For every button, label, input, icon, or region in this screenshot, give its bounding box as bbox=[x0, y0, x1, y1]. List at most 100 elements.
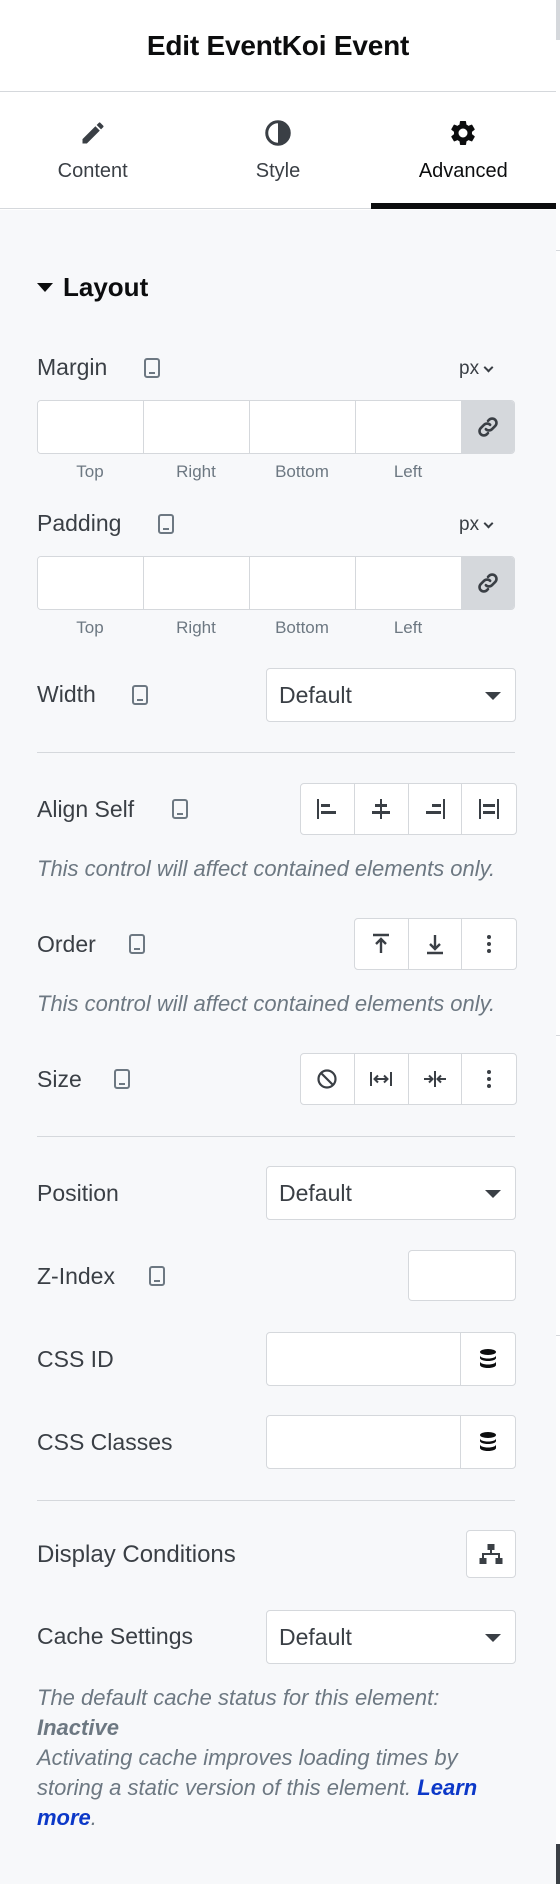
link-icon bbox=[478, 417, 498, 437]
display-conditions-button[interactable] bbox=[466, 1530, 516, 1578]
css-id-input[interactable] bbox=[267, 1333, 461, 1385]
size-none-button[interactable] bbox=[301, 1054, 355, 1104]
chevron-down-icon bbox=[483, 518, 494, 528]
padding-side-labels: Top Right Bottom Left bbox=[37, 618, 515, 638]
select-value: Default bbox=[279, 681, 352, 708]
side-label: Bottom bbox=[275, 618, 329, 637]
dynamic-tags-button[interactable] bbox=[461, 1333, 515, 1385]
tab-label: Content bbox=[57, 160, 128, 182]
select-value: Default bbox=[279, 1623, 352, 1650]
tab-advanced[interactable]: Advanced bbox=[370, 92, 557, 209]
gear-icon bbox=[448, 118, 478, 148]
unit-value: px bbox=[459, 358, 480, 379]
margin-top-input[interactable] bbox=[38, 401, 144, 453]
device-icon[interactable] bbox=[149, 1266, 165, 1286]
layout-section-toggle[interactable]: Layout bbox=[37, 272, 148, 303]
size-custom-button[interactable] bbox=[462, 1054, 516, 1104]
z-index-label: Z-Index bbox=[37, 1263, 115, 1289]
tab-label: Style bbox=[255, 160, 301, 182]
link-values-button[interactable] bbox=[462, 557, 514, 609]
database-icon bbox=[480, 1432, 496, 1451]
scrollbar-handle[interactable] bbox=[556, 1844, 560, 1884]
side-label: Right bbox=[176, 462, 216, 481]
align-end-icon bbox=[425, 799, 445, 819]
unit-value: px bbox=[459, 514, 480, 535]
order-first-button[interactable] bbox=[355, 919, 409, 969]
padding-unit-select[interactable]: px bbox=[459, 514, 494, 536]
cache-settings-select[interactable]: Default bbox=[266, 1610, 516, 1664]
arrow-to-top-icon bbox=[373, 933, 390, 953]
scrollbar-thumb[interactable] bbox=[556, 0, 560, 40]
align-start-button[interactable] bbox=[301, 784, 355, 834]
tab-label: Advanced bbox=[418, 160, 508, 182]
advanced-content: Layout Margin px Top Right Bottom Left P… bbox=[0, 210, 556, 1884]
divider bbox=[37, 1500, 515, 1501]
caret-down-icon bbox=[485, 1634, 501, 1642]
side-label: Left bbox=[393, 462, 423, 481]
order-note: This control will affect contained eleme… bbox=[37, 991, 496, 1016]
panel-tabs: Content Style Advanced bbox=[0, 92, 557, 209]
padding-inputs bbox=[37, 556, 515, 610]
tab-style[interactable]: Style bbox=[185, 92, 370, 208]
size-shrink-button[interactable] bbox=[409, 1054, 463, 1104]
align-stretch-icon bbox=[479, 799, 500, 819]
align-end-button[interactable] bbox=[409, 784, 463, 834]
scrollbar-track[interactable] bbox=[556, 0, 560, 1884]
more-vertical-icon bbox=[487, 1070, 492, 1088]
link-icon bbox=[478, 573, 498, 593]
position-select[interactable]: Default bbox=[266, 1166, 516, 1220]
device-icon[interactable] bbox=[114, 1069, 130, 1089]
order-custom-button[interactable] bbox=[462, 919, 516, 969]
device-icon[interactable] bbox=[158, 514, 174, 534]
order-last-button[interactable] bbox=[409, 919, 463, 969]
expand-horizontal-icon bbox=[370, 1072, 393, 1086]
device-icon[interactable] bbox=[172, 799, 188, 819]
align-self-note: This control will affect contained eleme… bbox=[37, 856, 496, 881]
link-values-button[interactable] bbox=[462, 401, 514, 453]
size-grow-button[interactable] bbox=[355, 1054, 409, 1104]
cache-note-detail: Activating cache improves loading times … bbox=[37, 1745, 458, 1800]
padding-left-input[interactable] bbox=[356, 557, 462, 609]
align-center-button[interactable] bbox=[355, 784, 409, 834]
position-label: Position bbox=[37, 1180, 119, 1206]
size-buttons bbox=[300, 1053, 517, 1105]
padding-bottom-input[interactable] bbox=[250, 557, 356, 609]
divider bbox=[556, 1035, 560, 1036]
css-classes-field bbox=[266, 1415, 516, 1469]
dynamic-tags-button[interactable] bbox=[461, 1416, 515, 1468]
device-icon[interactable] bbox=[144, 358, 160, 378]
align-self-buttons bbox=[300, 783, 517, 835]
css-id-label: CSS ID bbox=[37, 1346, 114, 1372]
arrow-to-bottom-icon bbox=[427, 935, 443, 955]
cache-settings-label: Cache Settings bbox=[37, 1623, 193, 1649]
margin-unit-select[interactable]: px bbox=[459, 358, 494, 380]
css-id-field bbox=[266, 1332, 516, 1386]
padding-top-input[interactable] bbox=[38, 557, 144, 609]
cache-note: The default cache status for this elemen… bbox=[37, 1685, 478, 1830]
cache-note-intro: The default cache status for this elemen… bbox=[37, 1685, 440, 1710]
caret-down-icon bbox=[485, 1190, 501, 1198]
more-vertical-icon bbox=[487, 935, 492, 953]
device-icon[interactable] bbox=[132, 685, 148, 705]
side-label: Right bbox=[176, 618, 216, 637]
side-label: Top bbox=[76, 462, 104, 481]
padding-right-input[interactable] bbox=[144, 557, 250, 609]
divider bbox=[37, 752, 515, 753]
margin-right-input[interactable] bbox=[144, 401, 250, 453]
display-conditions-label: Display Conditions bbox=[37, 1541, 236, 1568]
order-label: Order bbox=[37, 931, 96, 957]
margin-side-labels: Top Right Bottom Left bbox=[37, 462, 515, 482]
z-index-input[interactable] bbox=[408, 1250, 516, 1301]
device-icon[interactable] bbox=[129, 934, 145, 954]
panel-header: Edit EventKoi Event bbox=[0, 0, 556, 92]
size-label: Size bbox=[37, 1066, 82, 1092]
css-classes-label: CSS Classes bbox=[37, 1429, 173, 1455]
css-classes-input[interactable] bbox=[267, 1416, 461, 1468]
pencil-icon bbox=[78, 118, 108, 148]
section-title: Layout bbox=[63, 272, 149, 302]
margin-left-input[interactable] bbox=[356, 401, 462, 453]
width-select[interactable]: Default bbox=[266, 668, 516, 722]
tab-content[interactable]: Content bbox=[0, 92, 185, 208]
margin-bottom-input[interactable] bbox=[250, 401, 356, 453]
align-stretch-button[interactable] bbox=[462, 784, 516, 834]
